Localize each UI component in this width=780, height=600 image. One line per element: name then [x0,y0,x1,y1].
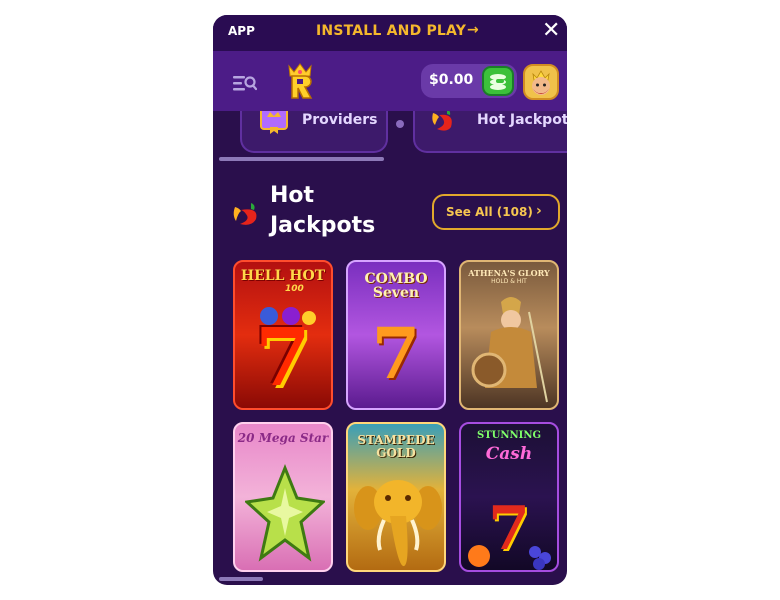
game-title: COMBO Seven [364,271,428,301]
game-tile-stampede-gold[interactable]: STAMPEDE GOLD [346,422,446,572]
game-tile-stunning-cash[interactable]: STUNNING Cash 7 [459,422,559,572]
category-providers[interactable]: Providers [240,111,388,153]
balance-pill[interactable]: $0.00 [421,64,517,98]
elephant-illustration [354,480,442,567]
game-tile-athenas-glory[interactable]: ATHENA'S GLORY HOLD & HIT [459,260,559,410]
game-tile-20-mega-star[interactable]: 20 Mega Star [233,422,333,572]
game-title: HELL HOT [240,268,326,284]
mobile-casino-app: APP INSTALL AND PLAY → ✕ $0.00 Providers… [213,15,567,585]
category-scroll-indicator [219,157,384,161]
balance-amount: $0.00 [429,72,474,88]
see-all-label: See All (108) [446,205,533,219]
game-subtitle: 100 [285,284,304,294]
scroll-indicator [219,577,263,581]
category-label: Hot Jackpots [477,112,567,128]
arrow-right-icon: → [467,22,479,38]
section-title: Hot Jackpots [270,183,376,238]
chevron-right-icon: › [536,203,542,219]
providers-icon [260,111,288,134]
brand-logo[interactable] [283,62,317,100]
separator-dot [396,120,404,128]
user-avatar[interactable] [523,64,559,100]
menu-search-icon[interactable] [233,73,257,93]
app-label: APP [228,24,255,38]
lucky-seven-icon: 7 [371,312,421,395]
category-scroller[interactable]: Providers Hot Jackpots [213,111,567,163]
game-subtitle: Cash [485,444,533,464]
top-header: $0.00 [213,51,567,111]
wallet-icon[interactable] [482,66,514,96]
game-tile-hell-hot[interactable]: HELL HOT 100 7 [233,260,333,410]
chili-icon [432,111,452,131]
game-title: ATHENA'S GLORY [468,268,550,278]
star-fruit-icon [245,463,325,562]
warrior-illustration [471,297,548,403]
game-tile-combo-seven[interactable]: COMBO Seven 7 [346,260,446,410]
game-title: STUNNING [476,430,542,441]
category-label: Providers [302,112,378,128]
install-and-play-link[interactable]: INSTALL AND PLAY [316,23,466,39]
lucky-seven-icon: 7 [255,310,311,404]
game-title: 20 Mega Star [237,431,329,445]
see-all-button[interactable]: See All (108) › [432,194,560,230]
fruit-icon [468,545,551,570]
category-hot-jackpots[interactable]: Hot Jackpots [413,111,567,153]
chili-icon [233,203,257,225]
game-title: STAMPEDE GOLD [357,433,435,460]
install-banner: APP INSTALL AND PLAY → ✕ [213,15,567,51]
close-icon[interactable]: ✕ [542,20,560,42]
game-subtitle: HOLD & HIT [491,278,527,285]
